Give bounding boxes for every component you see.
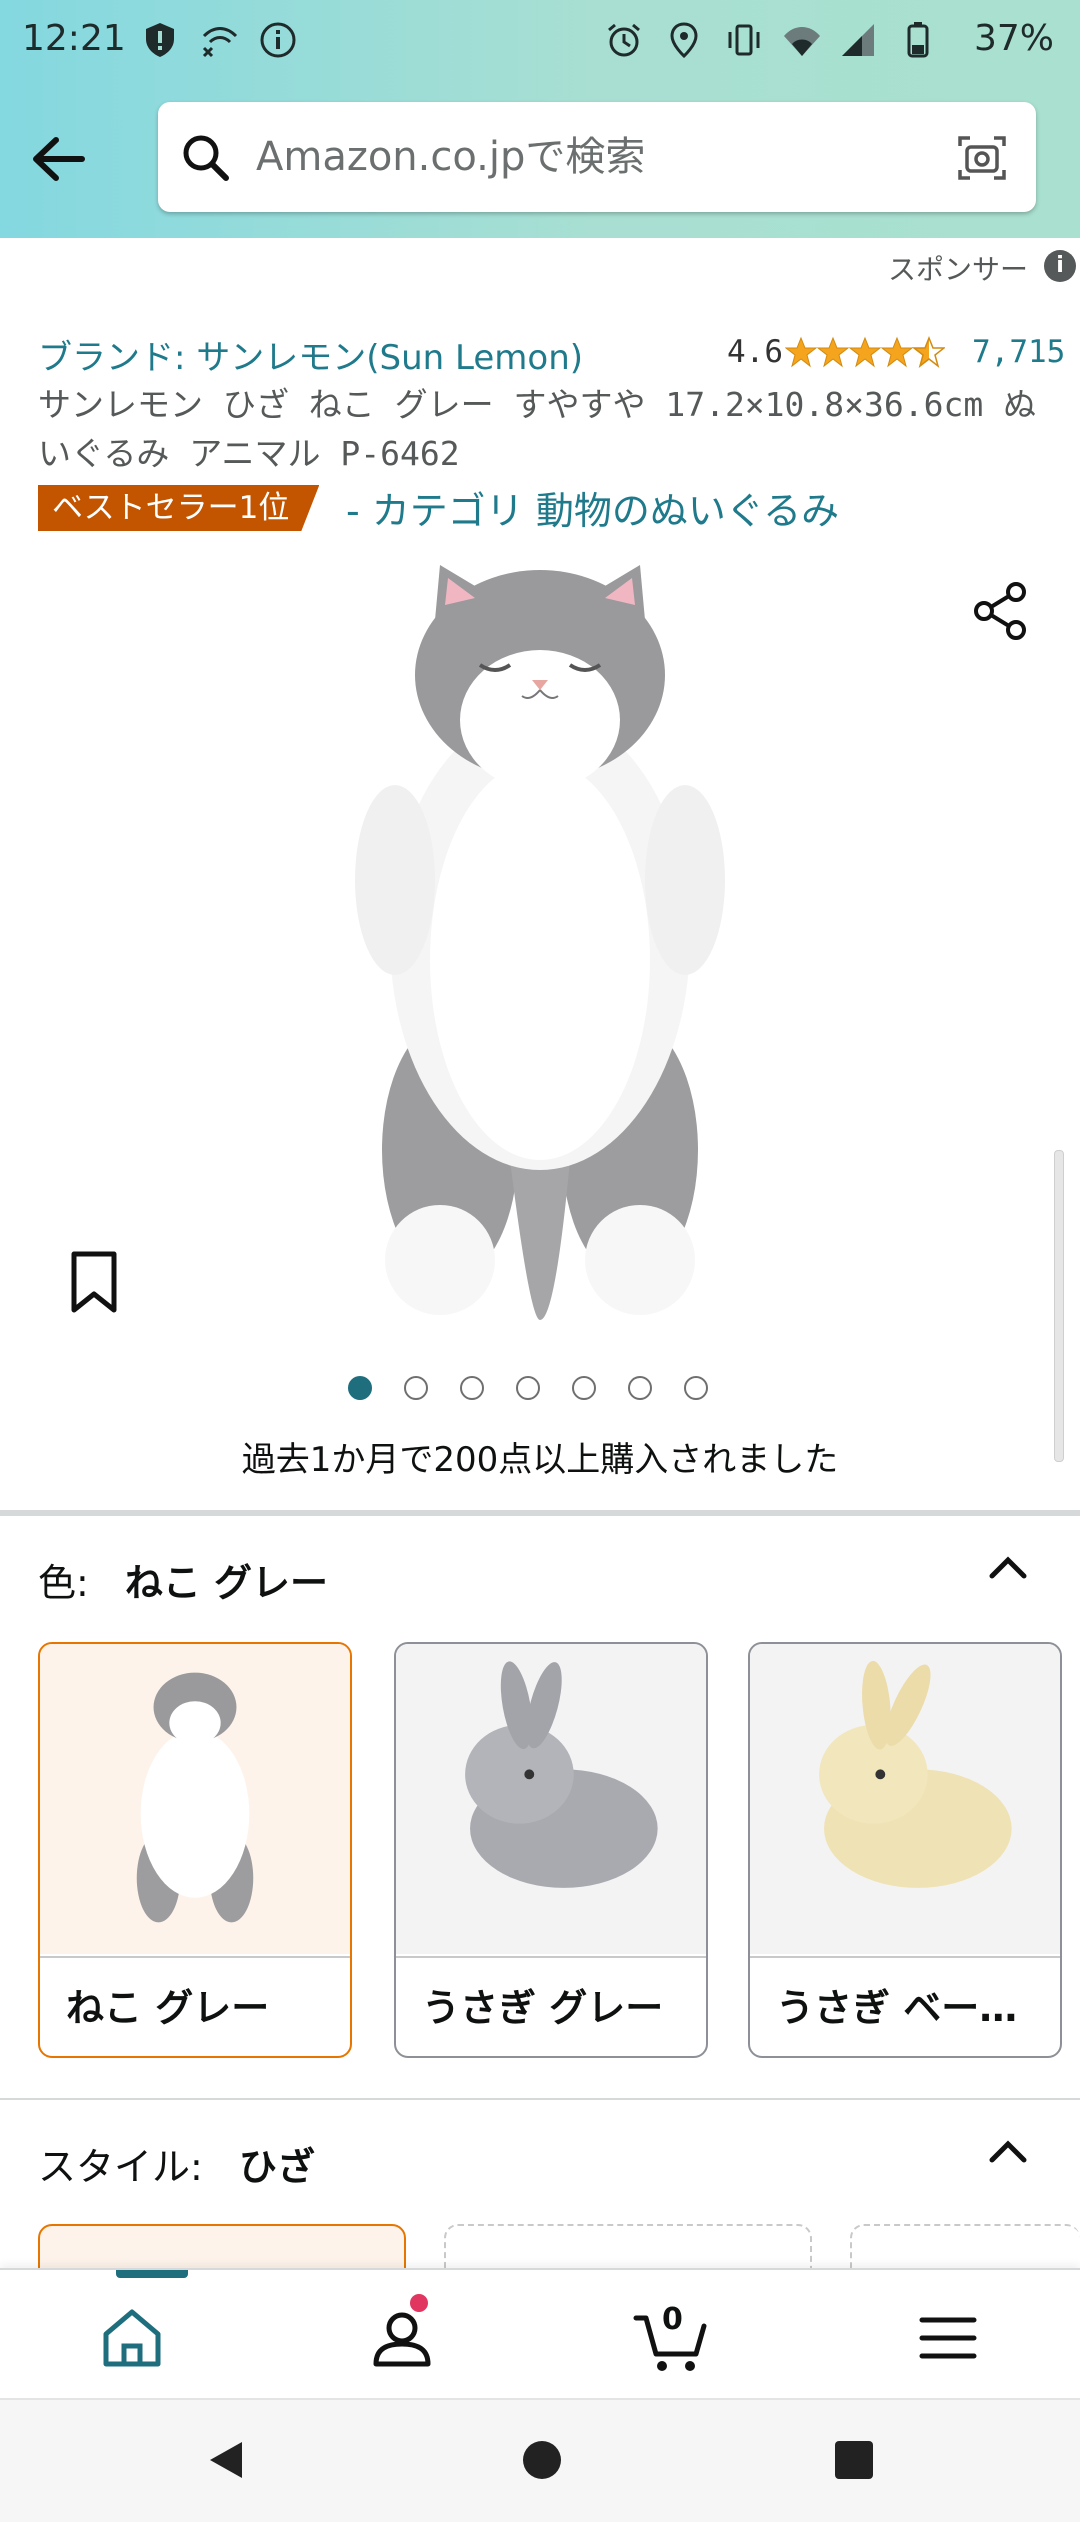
alarm-icon — [608, 23, 640, 57]
swatch-label: ねこ グレー — [40, 1956, 350, 2056]
style-label: スタイル: — [38, 2145, 203, 2189]
nav-recents-icon[interactable] — [830, 2436, 878, 2484]
back-arrow-icon[interactable] — [24, 124, 94, 194]
signal-icon — [842, 24, 874, 56]
wifi-icon — [784, 27, 820, 56]
vibrate-icon — [728, 24, 760, 56]
share-icon[interactable] — [970, 580, 1032, 642]
color-section-label: 色: ねこ グレー — [38, 1552, 328, 1607]
cart-count: 0 — [662, 2302, 683, 2337]
bought-count-text: 過去1か月で200点以上購入されました — [241, 1440, 839, 1480]
wifi-off-icon — [202, 27, 238, 58]
swatch-label: うさぎ グレー — [396, 1956, 706, 2056]
location-icon — [670, 22, 698, 59]
product-image[interactable] — [340, 560, 740, 1330]
sponsor-label: スポンサー — [887, 253, 1028, 286]
shield-icon — [146, 23, 174, 57]
carousel-dot[interactable] — [628, 1376, 652, 1400]
color-option-cat-gray[interactable]: ねこ グレー — [38, 1642, 352, 2058]
swatch-thumbnail — [750, 1644, 1060, 1954]
menu-icon[interactable] — [908, 2298, 988, 2378]
home-icon[interactable] — [92, 2298, 172, 2378]
style-selected: ひざ — [238, 2145, 315, 2189]
brand-link[interactable]: ブランド: サンレモン(Sun Lemon) — [38, 330, 583, 379]
rabbit-beige-thumbnail-image — [819, 1660, 1012, 1888]
divider — [0, 1510, 1080, 1516]
color-selected: ねこ グレー — [124, 1561, 329, 1605]
divider — [0, 2098, 1080, 2100]
rating-stars[interactable] — [785, 334, 945, 370]
active-tab-indicator — [116, 2270, 188, 2278]
carousel-dot[interactable] — [684, 1376, 708, 1400]
account-nav[interactable] — [362, 2294, 442, 2378]
info-icon[interactable]: i — [1044, 250, 1076, 282]
battery-icon — [907, 22, 929, 58]
search-bar[interactable] — [158, 102, 1036, 212]
bestseller-badge[interactable]: ベストセラー1位 — [38, 485, 319, 531]
scrollbar[interactable] — [1054, 1150, 1064, 1462]
system-navigation-bar — [0, 2398, 1080, 2522]
status-bar: 12:21 37% — [0, 0, 1080, 84]
carousel-dot[interactable] — [460, 1376, 484, 1400]
notification-dot — [410, 2294, 428, 2312]
rating-value: 4.6 — [727, 334, 783, 370]
bottom-nav: 0 — [0, 2268, 1080, 2400]
swatch-thumbnail — [40, 1644, 350, 1954]
rabbit-gray-thumbnail-image — [465, 1661, 658, 1888]
product-title: サンレモン ひざ ねこ グレー すやすや 17.2×10.8×36.6cm ぬい… — [38, 385, 1037, 473]
status-time: 12:21 — [22, 18, 126, 59]
category-link[interactable]: - カテゴリ 動物のぬいぐるみ — [346, 480, 839, 535]
battery-percent: 37% — [973, 18, 1054, 59]
bookmark-icon[interactable] — [66, 1250, 122, 1314]
info-circle-icon — [260, 22, 296, 58]
rating-count[interactable]: 7,715 — [972, 334, 1065, 370]
cart-nav[interactable]: 0 — [632, 2298, 712, 2378]
search-icon[interactable] — [180, 132, 232, 184]
carousel-dot[interactable] — [572, 1376, 596, 1400]
search-input[interactable] — [256, 118, 876, 196]
chevron-up-icon[interactable] — [988, 1554, 1028, 1582]
color-label: 色: — [38, 1561, 89, 1605]
nav-back-icon[interactable] — [202, 2436, 250, 2484]
carousel-dot[interactable] — [348, 1376, 372, 1400]
carousel-dot[interactable] — [516, 1376, 540, 1400]
camera-icon[interactable] — [954, 130, 1010, 186]
color-option-rabbit-gray[interactable]: うさぎ グレー — [394, 1642, 708, 2058]
chevron-up-icon[interactable] — [988, 2138, 1028, 2166]
account-icon[interactable] — [362, 2298, 442, 2378]
swatch-label: うさぎ ベー… — [750, 1956, 1060, 2056]
swatch-thumbnail — [396, 1644, 706, 1954]
nav-home-icon[interactable] — [518, 2436, 566, 2484]
color-option-rabbit-beige[interactable]: うさぎ ベー… — [748, 1642, 1062, 2058]
cat-thumbnail-image — [136, 1672, 254, 1923]
carousel-dot[interactable] — [404, 1376, 428, 1400]
style-section-label: スタイル: ひざ — [38, 2136, 315, 2191]
image-carousel-dots[interactable] — [348, 1376, 708, 1404]
